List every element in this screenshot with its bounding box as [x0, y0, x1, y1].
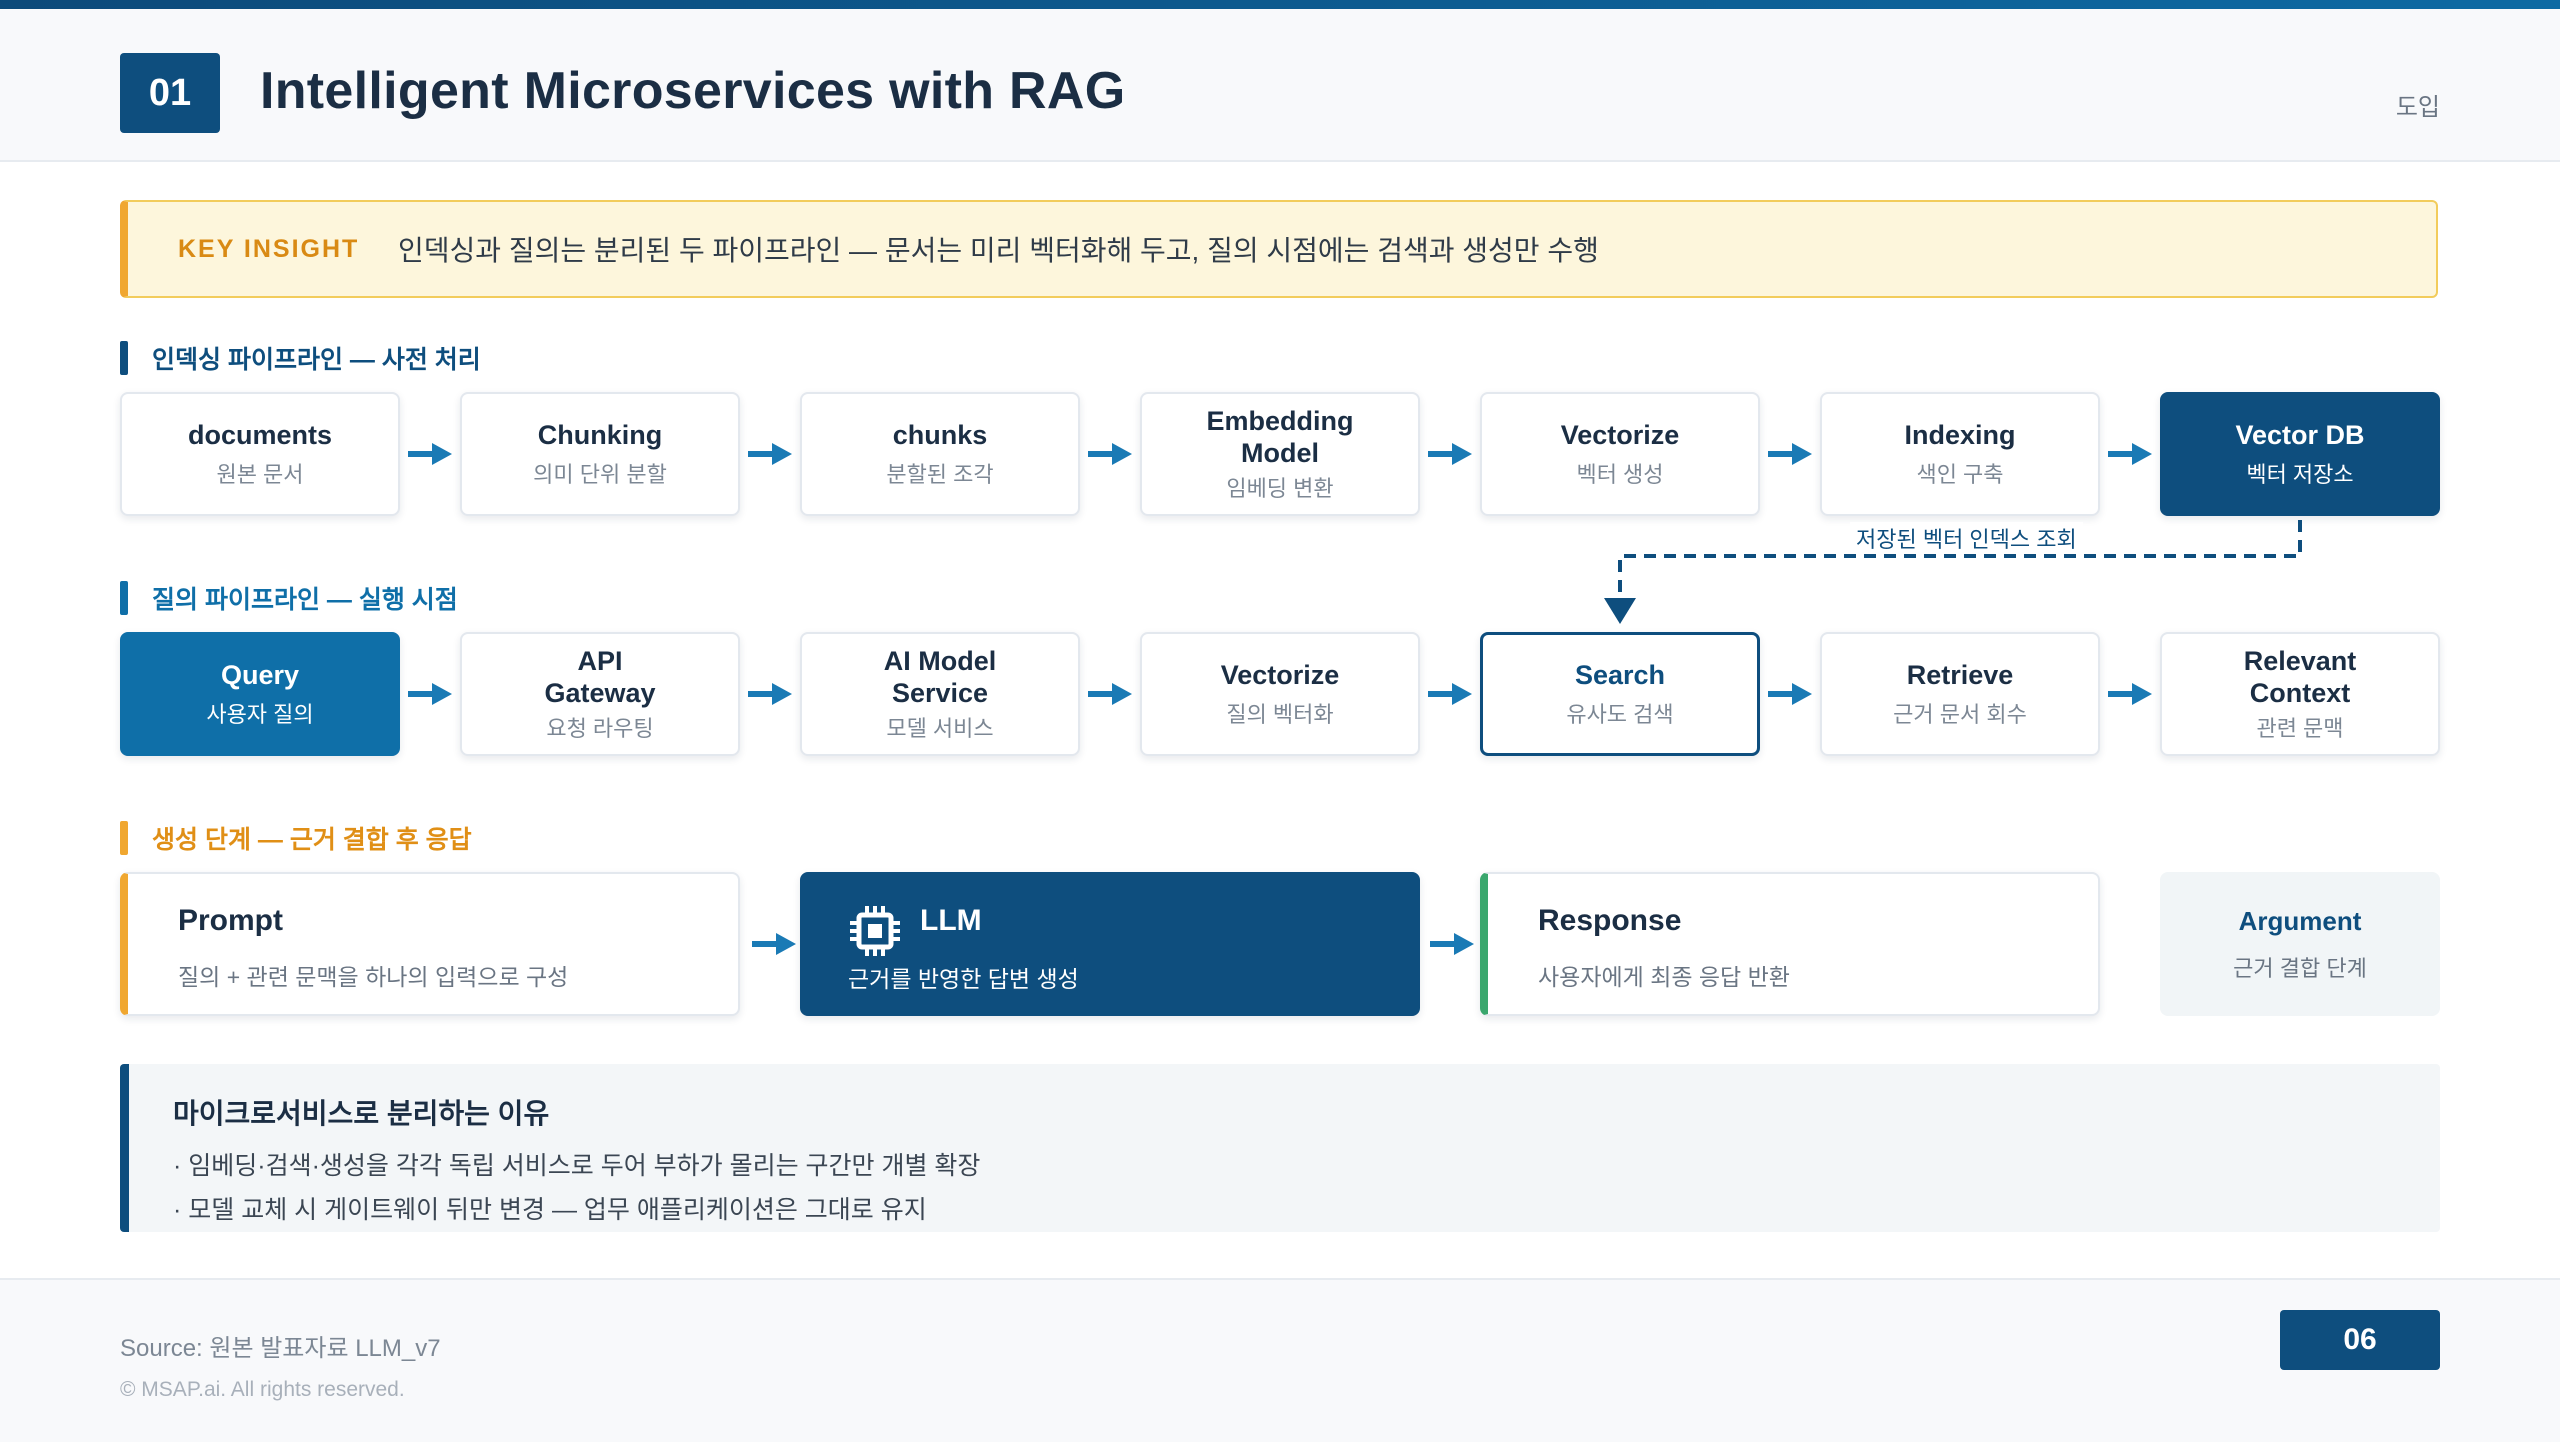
node-title: Relevant Context — [2243, 646, 2357, 708]
flow-arrow — [2108, 443, 2152, 465]
card-title: Prompt — [178, 904, 283, 937]
reason-line: · 임베딩·검색·생성을 각각 독립 서비스로 두어 부하가 몰리는 구간만 개… — [173, 1152, 981, 1180]
flow-arrow — [1088, 443, 1132, 465]
node-ai-model-service: AI Model Service 모델 서비스 — [800, 632, 1080, 756]
node-subtitle: 색인 구축 — [1916, 462, 2004, 487]
node-embedding-model: Embedding Model 임베딩 변환 — [1140, 392, 1420, 516]
page-header: 01 Intelligent Microservices with RAG 도입 — [0, 9, 2560, 162]
flow-arrow — [1430, 933, 1474, 955]
generation-section-heading: 생성 단계 — 근거 결합 후 응답 — [120, 820, 472, 856]
node-vector-db: Vector DB 벡터 저장소 — [2160, 392, 2440, 516]
reason-title: 마이크로서비스로 분리하는 이유 — [173, 1098, 550, 1129]
card-subtitle: 사용자에게 최종 응답 반환 — [1538, 964, 1790, 990]
card-subtitle: 근거 결합 단계 — [2233, 955, 2367, 981]
node-title: AI Model Service — [883, 646, 997, 708]
flow-arrow — [2108, 683, 2152, 705]
node-vectorize-index: Vectorize 벡터 생성 — [1480, 392, 1760, 516]
card-title: Response — [1538, 904, 1682, 937]
card-title: Argument — [2238, 905, 2362, 936]
flow-arrow — [748, 443, 792, 465]
card-subtitle: 근거를 반영한 답변 생성 — [848, 966, 1079, 992]
section-marker — [120, 341, 128, 375]
flow-arrow — [748, 683, 792, 705]
node-subtitle: 모델 서비스 — [886, 716, 994, 741]
chip-icon — [850, 906, 900, 956]
copyright-note: © MSAP.ai. All rights reserved. — [120, 1378, 405, 1401]
node-subtitle: 의미 단위 분할 — [533, 462, 667, 487]
response-card: Response 사용자에게 최종 응답 반환 — [1480, 872, 2100, 1016]
section-heading-text: 질의 파이프라인 — 실행 시점 — [152, 586, 458, 614]
node-title: Search — [1574, 660, 1666, 690]
section-heading-text: 인덱싱 파이프라인 — 사전 처리 — [152, 346, 481, 374]
indexing-section-heading: 인덱싱 파이프라인 — 사전 처리 — [120, 340, 481, 376]
node-subtitle: 사용자 질의 — [206, 702, 314, 727]
flow-arrow — [752, 933, 796, 955]
section-marker — [120, 581, 128, 615]
node-title: Vector DB — [2235, 420, 2365, 450]
node-title: Query — [220, 660, 300, 690]
flow-arrow — [408, 443, 452, 465]
reason-line: · 모델 교체 시 게이트웨이 뒤만 변경 — 업무 애플리케이션은 그대로 유… — [173, 1196, 927, 1224]
node-api-gateway: API Gateway 요청 라우팅 — [460, 632, 740, 756]
key-insight-banner: KEY INSIGHT 인덱싱과 질의는 분리된 두 파이프라인 — 문서는 미… — [120, 200, 2438, 298]
node-title: chunks — [892, 420, 988, 450]
llm-card: LLM 근거를 반영한 답변 생성 — [800, 872, 1420, 1016]
node-title: documents — [187, 420, 333, 450]
node-title: Vectorize — [1560, 420, 1680, 450]
prompt-card: Prompt 질의 + 관련 문맥을 하나의 입력으로 구성 — [120, 872, 740, 1016]
section-tag: 도입 — [2395, 94, 2440, 121]
node-chunks: chunks 분할된 조각 — [800, 392, 1080, 516]
flow-arrow — [1428, 683, 1472, 705]
page-number: 06 — [2280, 1310, 2440, 1370]
node-subtitle: 벡터 저장소 — [2246, 462, 2354, 487]
flow-arrow — [1768, 443, 1812, 465]
insight-label: KEY INSIGHT — [178, 234, 360, 263]
section-marker — [120, 821, 128, 855]
argument-stage-tag: Argument 근거 결합 단계 — [2160, 872, 2440, 1016]
node-subtitle: 벡터 생성 — [1576, 462, 1664, 487]
node-chunking: Chunking 의미 단위 분할 — [460, 392, 740, 516]
section-heading-text: 생성 단계 — 근거 결합 후 응답 — [152, 826, 472, 854]
node-query: Query 사용자 질의 — [120, 632, 400, 756]
page-footer: Source: 원본 발표자료 LLM_v7 © MSAP.ai. All ri… — [0, 1278, 2560, 1442]
query-section-heading: 질의 파이프라인 — 실행 시점 — [120, 580, 458, 616]
node-title: Embedding Model — [1206, 406, 1354, 468]
node-title: Indexing — [1904, 420, 2016, 450]
node-documents: documents 원본 문서 — [120, 392, 400, 516]
node-subtitle: 요청 라우팅 — [546, 716, 654, 741]
node-subtitle: 임베딩 변환 — [1226, 476, 1334, 501]
node-title: Vectorize — [1220, 660, 1340, 690]
top-accent-bar — [0, 0, 2560, 9]
node-title: Retrieve — [1906, 660, 2014, 690]
microservices-reason-box: 마이크로서비스로 분리하는 이유 · 임베딩·검색·생성을 각각 독립 서비스로… — [120, 1064, 2440, 1232]
node-subtitle: 분할된 조각 — [886, 462, 994, 487]
flow-arrow — [1768, 683, 1812, 705]
insight-text: 인덱싱과 질의는 분리된 두 파이프라인 — 문서는 미리 벡터화해 두고, 질… — [398, 235, 1599, 266]
node-subtitle: 원본 문서 — [216, 462, 304, 487]
node-subtitle: 질의 벡터화 — [1226, 702, 1334, 727]
node-subtitle: 관련 문맥 — [2256, 716, 2344, 741]
node-retrieve: Retrieve 근거 문서 회수 — [1820, 632, 2100, 756]
source-note: Source: 원본 발표자료 LLM_v7 — [120, 1335, 441, 1362]
card-subtitle: 질의 + 관련 문맥을 하나의 입력으로 구성 — [178, 964, 569, 990]
slide-number-badge: 01 — [120, 53, 220, 133]
node-subtitle: 유사도 검색 — [1566, 702, 1674, 727]
node-title: API Gateway — [544, 646, 656, 708]
vector-lookup-label: 저장된 벡터 인덱스 조회 — [1850, 522, 2083, 554]
card-title: LLM — [920, 904, 982, 937]
flow-arrow — [1088, 683, 1132, 705]
node-relevant-context: Relevant Context 관련 문맥 — [2160, 632, 2440, 756]
node-vectorize-query: Vectorize 질의 벡터화 — [1140, 632, 1420, 756]
node-title: Chunking — [537, 420, 663, 450]
node-search: Search 유사도 검색 — [1480, 632, 1760, 756]
flow-arrow — [1428, 443, 1472, 465]
flow-arrow — [408, 683, 452, 705]
node-indexing: Indexing 색인 구축 — [1820, 392, 2100, 516]
page-title: Intelligent Microservices with RAG — [260, 62, 1126, 120]
node-subtitle: 근거 문서 회수 — [1893, 702, 2027, 727]
